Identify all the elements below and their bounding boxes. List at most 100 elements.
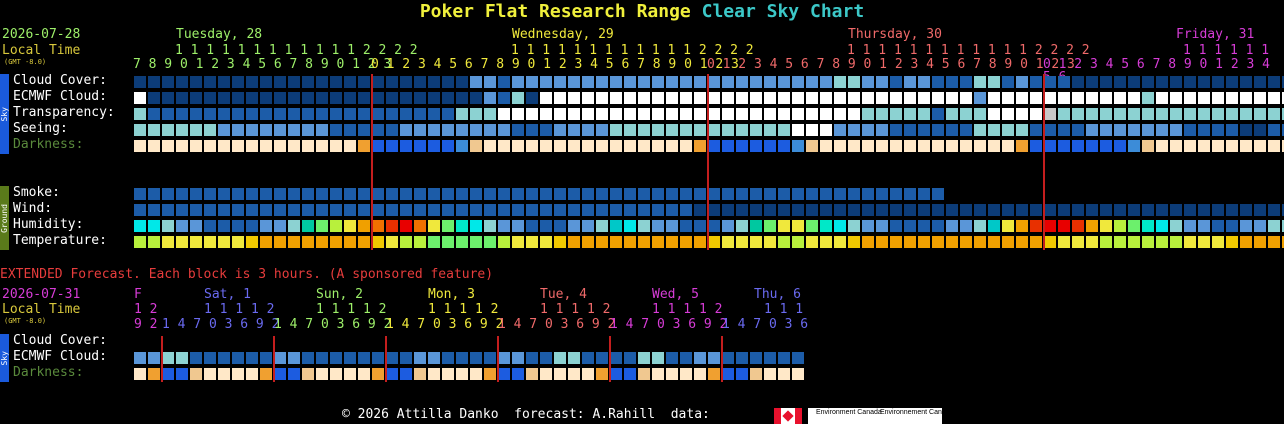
cloud-block[interactable] bbox=[260, 76, 272, 88]
extended-darkness-block[interactable] bbox=[666, 368, 678, 380]
wind-block[interactable] bbox=[554, 204, 566, 216]
seeing-block[interactable] bbox=[526, 124, 538, 136]
ecmwf-block[interactable] bbox=[176, 92, 188, 104]
seeing-block[interactable] bbox=[918, 124, 930, 136]
temperature-block[interactable] bbox=[652, 236, 664, 248]
extended-ecmwf-block[interactable] bbox=[484, 352, 496, 364]
humidity-block[interactable] bbox=[680, 220, 692, 232]
transparency-block[interactable] bbox=[750, 108, 762, 120]
ecmwf-block[interactable] bbox=[1156, 92, 1168, 104]
wind-block[interactable] bbox=[1016, 204, 1028, 216]
extended-row-label-cloud-cover[interactable]: Cloud Cover: bbox=[13, 334, 107, 348]
temperature-block[interactable] bbox=[218, 236, 230, 248]
seeing-block[interactable] bbox=[652, 124, 664, 136]
darkness-block[interactable] bbox=[1128, 140, 1140, 152]
seeing-block[interactable] bbox=[260, 124, 272, 136]
cloud-block[interactable] bbox=[1184, 76, 1196, 88]
cloud-block[interactable] bbox=[414, 76, 426, 88]
temperature-block[interactable] bbox=[1058, 236, 1070, 248]
wind-block[interactable] bbox=[344, 204, 356, 216]
extended-ecmwf-block[interactable] bbox=[260, 352, 272, 364]
temperature-block[interactable] bbox=[428, 236, 440, 248]
extended-darkness-block[interactable] bbox=[162, 368, 174, 380]
smoke-block[interactable] bbox=[414, 188, 426, 200]
extended-ecmwf-block[interactable] bbox=[596, 352, 608, 364]
transparency-block[interactable] bbox=[372, 108, 384, 120]
humidity-block[interactable] bbox=[526, 220, 538, 232]
ecmwf-block[interactable] bbox=[890, 92, 902, 104]
transparency-block[interactable] bbox=[694, 108, 706, 120]
smoke-block[interactable] bbox=[582, 188, 594, 200]
transparency-block[interactable] bbox=[428, 108, 440, 120]
cloud-block[interactable] bbox=[1240, 76, 1252, 88]
humidity-block[interactable] bbox=[750, 220, 762, 232]
seeing-block[interactable] bbox=[862, 124, 874, 136]
transparency-block[interactable] bbox=[260, 108, 272, 120]
ecmwf-block[interactable] bbox=[806, 92, 818, 104]
wind-block[interactable] bbox=[302, 204, 314, 216]
transparency-block[interactable] bbox=[792, 108, 804, 120]
ecmwf-block[interactable] bbox=[1268, 92, 1280, 104]
wind-block[interactable] bbox=[932, 204, 944, 216]
humidity-block[interactable] bbox=[414, 220, 426, 232]
humidity-block[interactable] bbox=[1184, 220, 1196, 232]
extended-darkness-block[interactable] bbox=[596, 368, 608, 380]
ecmwf-block[interactable] bbox=[694, 92, 706, 104]
extended-darkness-block[interactable] bbox=[302, 368, 314, 380]
darkness-block[interactable] bbox=[1114, 140, 1126, 152]
darkness-block[interactable] bbox=[302, 140, 314, 152]
cloud-block[interactable] bbox=[1002, 76, 1014, 88]
extended-notice[interactable]: EXTENDED Forecast. Each block is 3 hours… bbox=[0, 268, 493, 282]
extended-darkness-block[interactable] bbox=[232, 368, 244, 380]
transparency-block[interactable] bbox=[624, 108, 636, 120]
extended-ecmwf-block[interactable] bbox=[792, 352, 804, 364]
wind-block[interactable] bbox=[288, 204, 300, 216]
ecmwf-block[interactable] bbox=[722, 92, 734, 104]
smoke-block[interactable] bbox=[568, 188, 580, 200]
seeing-block[interactable] bbox=[498, 124, 510, 136]
extended-row-label-ecmwf-cloud[interactable]: ECMWF Cloud: bbox=[13, 350, 107, 364]
transparency-block[interactable] bbox=[400, 108, 412, 120]
temperature-block[interactable] bbox=[1100, 236, 1112, 248]
ecmwf-block[interactable] bbox=[218, 92, 230, 104]
seeing-block[interactable] bbox=[470, 124, 482, 136]
seeing-block[interactable] bbox=[134, 124, 146, 136]
smoke-block[interactable] bbox=[750, 188, 762, 200]
humidity-block[interactable] bbox=[554, 220, 566, 232]
humidity-block[interactable] bbox=[918, 220, 930, 232]
transparency-block[interactable] bbox=[344, 108, 356, 120]
seeing-block[interactable] bbox=[820, 124, 832, 136]
cloud-block[interactable] bbox=[540, 76, 552, 88]
smoke-block[interactable] bbox=[512, 188, 524, 200]
transparency-block[interactable] bbox=[190, 108, 202, 120]
extended-ecmwf-block[interactable] bbox=[610, 352, 622, 364]
cloud-block[interactable] bbox=[736, 76, 748, 88]
darkness-block[interactable] bbox=[358, 140, 370, 152]
ecmwf-block[interactable] bbox=[316, 92, 328, 104]
extended-darkness-block[interactable] bbox=[554, 368, 566, 380]
temperature-block[interactable] bbox=[638, 236, 650, 248]
extended-darkness-block[interactable] bbox=[176, 368, 188, 380]
extended-ecmwf-block[interactable] bbox=[386, 352, 398, 364]
smoke-block[interactable] bbox=[218, 188, 230, 200]
seeing-block[interactable] bbox=[386, 124, 398, 136]
cloud-block[interactable] bbox=[344, 76, 356, 88]
humidity-block[interactable] bbox=[1030, 220, 1042, 232]
wind-block[interactable] bbox=[974, 204, 986, 216]
wind-block[interactable] bbox=[1212, 204, 1224, 216]
ecmwf-block[interactable] bbox=[274, 92, 286, 104]
darkness-block[interactable] bbox=[1198, 140, 1210, 152]
seeing-block[interactable] bbox=[778, 124, 790, 136]
ecmwf-block[interactable] bbox=[918, 92, 930, 104]
darkness-block[interactable] bbox=[694, 140, 706, 152]
ecmwf-block[interactable] bbox=[1240, 92, 1252, 104]
temperature-block[interactable] bbox=[372, 236, 384, 248]
ecmwf-block[interactable] bbox=[498, 92, 510, 104]
extended-darkness-block[interactable] bbox=[372, 368, 384, 380]
seeing-block[interactable] bbox=[162, 124, 174, 136]
wind-block[interactable] bbox=[792, 204, 804, 216]
wind-block[interactable] bbox=[162, 204, 174, 216]
extended-darkness-block[interactable] bbox=[624, 368, 636, 380]
extended-ecmwf-block[interactable] bbox=[134, 352, 146, 364]
darkness-block[interactable] bbox=[344, 140, 356, 152]
